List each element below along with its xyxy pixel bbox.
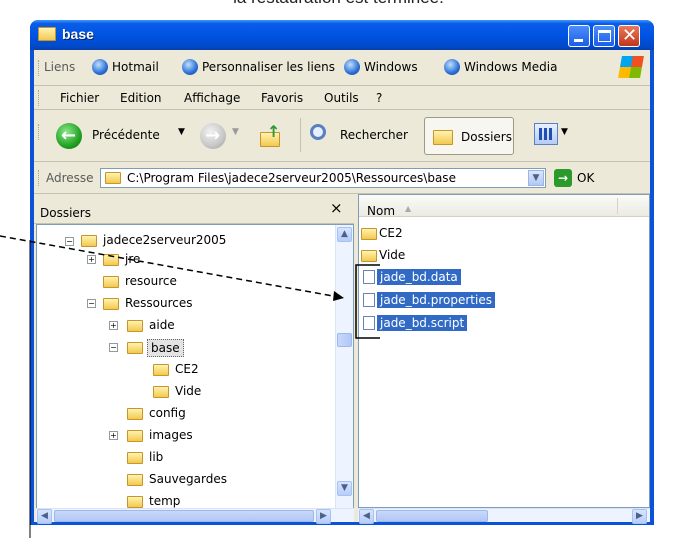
annotation-overlay (0, 235, 380, 538)
annotation-bracket (355, 264, 380, 339)
annotation-arrowhead (333, 291, 344, 301)
annotation-arrow (0, 235, 345, 299)
